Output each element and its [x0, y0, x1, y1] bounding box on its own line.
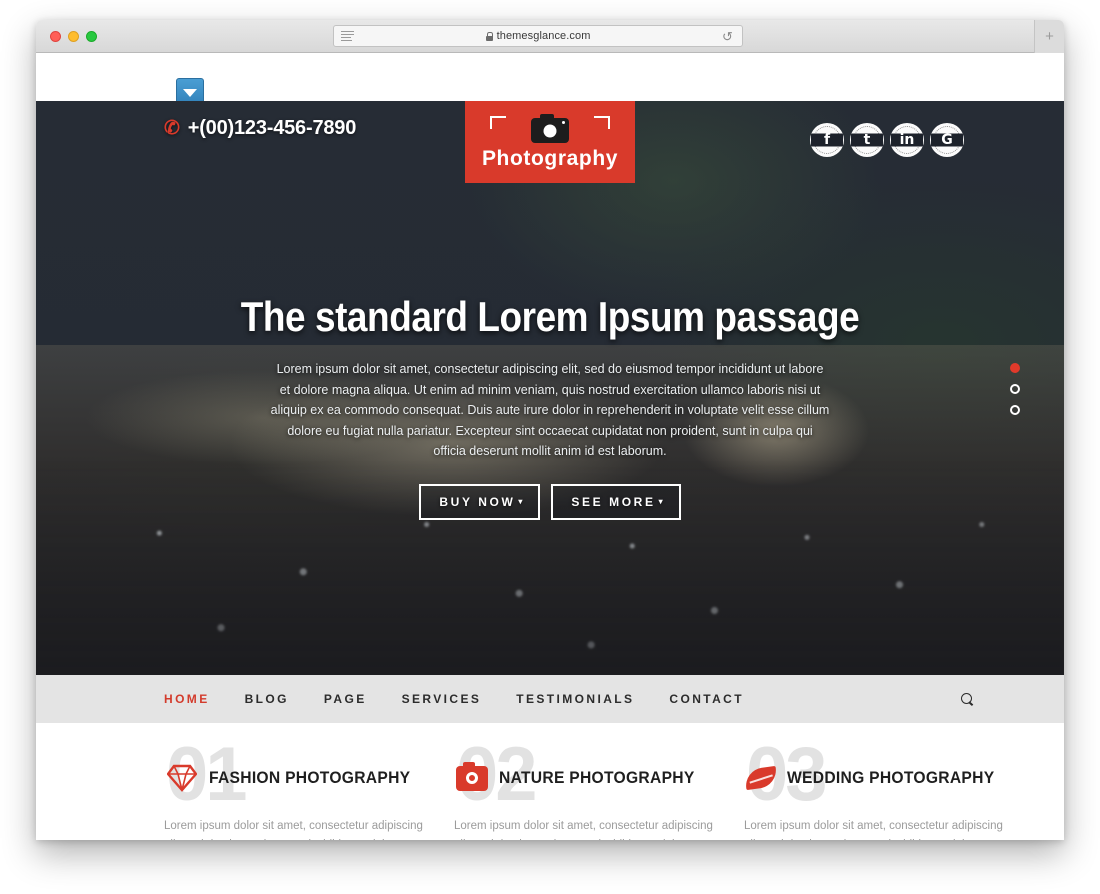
search-icon[interactable]	[958, 690, 976, 708]
diamond-icon	[164, 762, 200, 794]
nav-item-contact[interactable]: CONTACT	[669, 692, 744, 706]
nav-item-blog[interactable]: BLOG	[245, 692, 289, 706]
service-card-wedding: 03 WEDDING PHOTOGRAPHY Lorem ipsum dolor…	[743, 737, 1012, 840]
camera-icon	[490, 112, 610, 144]
page-viewport: ✆ +(00)123-456-7890 Photography f t in G…	[36, 53, 1064, 840]
service-header: WEDDING PHOTOGRAPHY	[743, 749, 1012, 807]
nav-items: HOME BLOG PAGE SERVICES TESTIMONIALS CON…	[164, 692, 744, 706]
hero-section: ✆ +(00)123-456-7890 Photography f t in G…	[36, 101, 1064, 675]
caret-icon: ▾	[518, 497, 523, 506]
url-display: themesglance.com	[354, 30, 722, 42]
nav-item-testimonials[interactable]: TESTIMONIALS	[516, 692, 634, 706]
site-logo[interactable]: Photography	[465, 101, 635, 183]
slider-dot-1[interactable]	[1010, 363, 1020, 373]
service-title: FASHION PHOTOGRAPHY	[209, 768, 411, 787]
phone-number[interactable]: ✆ +(00)123-456-7890	[164, 117, 356, 140]
see-more-label: SEE MORE	[571, 494, 656, 509]
service-description: Lorem ipsum dolor sit amet, consectetur …	[744, 820, 1003, 840]
buy-now-label: BUY NOW	[439, 494, 516, 509]
twitter-icon[interactable]: t	[850, 123, 884, 157]
caret-icon: ▾	[658, 497, 663, 506]
url-text: themesglance.com	[496, 30, 591, 42]
top-white-strip	[36, 53, 1064, 108]
browser-toolbar: themesglance.com ↻ +	[36, 20, 1064, 53]
phone-icon: ✆	[164, 118, 180, 139]
hero-content: The standard Lorem Ipsum passage Lorem i…	[36, 177, 1064, 520]
facebook-icon[interactable]: f	[810, 123, 844, 157]
see-more-button[interactable]: SEE MORE ▾	[551, 483, 681, 520]
services-section: 01 FASHION PHOTOGRAPHY Lorem ipsum dolor…	[36, 723, 1064, 840]
service-header: NATURE PHOTOGRAPHY	[454, 749, 722, 807]
hero-paragraph: Lorem ipsum dolor sit amet, consectetur …	[270, 362, 830, 458]
service-card-fashion: 01 FASHION PHOTOGRAPHY Lorem ipsum dolor…	[164, 737, 432, 841]
nav-item-page[interactable]: PAGE	[324, 692, 367, 706]
reader-view-icon[interactable]	[341, 30, 354, 42]
new-tab-button[interactable]: +	[1034, 20, 1064, 53]
main-navigation: HOME BLOG PAGE SERVICES TESTIMONIALS CON…	[36, 675, 1064, 723]
service-card-nature: 02 NATURE PHOTOGRAPHY Lorem ipsum dolor …	[454, 737, 722, 841]
maximize-window-button[interactable]	[86, 30, 97, 42]
service-title: NATURE PHOTOGRAPHY	[499, 768, 695, 787]
window-controls	[50, 30, 97, 42]
googleplus-icon[interactable]: G	[930, 123, 964, 157]
browser-window: themesglance.com ↻ + ✆ +(00)123-456-7890…	[36, 20, 1064, 840]
service-header: FASHION PHOTOGRAPHY	[164, 749, 432, 807]
site-header: ✆ +(00)123-456-7890 Photography f t in G	[36, 101, 1064, 183]
lock-icon	[485, 31, 493, 41]
address-bar[interactable]: themesglance.com ↻	[333, 25, 743, 47]
reload-icon[interactable]: ↻	[722, 29, 733, 44]
nav-item-services[interactable]: SERVICES	[402, 692, 482, 706]
close-window-button[interactable]	[50, 30, 61, 42]
service-title: WEDDING PHOTOGRAPHY	[786, 768, 994, 787]
leaf-icon	[743, 762, 779, 794]
service-description: Lorem ipsum dolor sit amet, consectetur …	[164, 820, 423, 840]
screenshot-root: themesglance.com ↻ + ✆ +(00)123-456-7890…	[0, 0, 1100, 894]
slider-pagination	[1010, 363, 1020, 415]
social-links: f t in G	[810, 123, 964, 157]
logo-text: Photography	[481, 147, 619, 170]
camera-icon	[454, 761, 490, 794]
minimize-window-button[interactable]	[68, 30, 79, 42]
buy-now-button[interactable]: BUY NOW ▾	[419, 483, 541, 520]
nav-item-home[interactable]: HOME	[164, 692, 210, 706]
slider-dot-2[interactable]	[1010, 384, 1020, 394]
linkedin-icon[interactable]: in	[890, 123, 924, 157]
phone-number-text: +(00)123-456-7890	[187, 117, 357, 139]
slider-dot-3[interactable]	[1010, 405, 1020, 415]
hero-title: The standard Lorem Ipsum passage	[240, 293, 860, 340]
hero-buttons: BUY NOW ▾ SEE MORE ▾	[36, 483, 1064, 520]
service-description: Lorem ipsum dolor sit amet, consectetur …	[454, 820, 713, 840]
